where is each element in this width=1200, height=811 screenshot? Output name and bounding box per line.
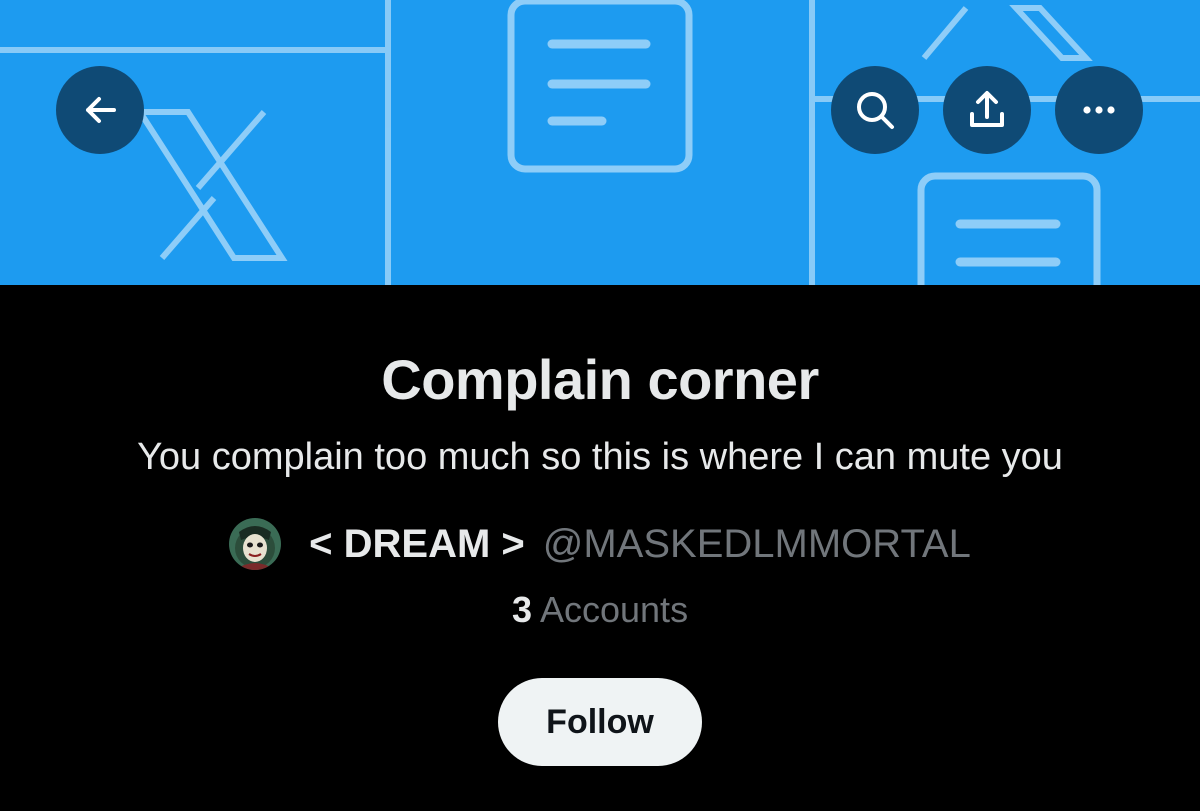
back-button[interactable] [56, 66, 144, 154]
list-banner [0, 0, 1200, 285]
more-horizontal-icon [1083, 106, 1115, 114]
arrow-left-icon [86, 97, 116, 123]
share-icon [970, 91, 1004, 127]
members-label: Accounts [539, 589, 689, 630]
banner-pattern [0, 0, 1200, 285]
avatar-mask-icon [229, 518, 282, 570]
list-title: Complain corner [381, 348, 819, 411]
search-icon [857, 92, 894, 129]
owner-display-name[interactable]: < DREAM > [309, 522, 525, 567]
members-count: 3 [511, 589, 532, 630]
avatar[interactable] [229, 518, 282, 570]
share-button[interactable] [943, 66, 1031, 154]
list-owner[interactable]: < DREAM > @MASKEDLMMORTAL [0, 516, 1200, 572]
follow-button[interactable]: Follow [498, 678, 702, 766]
more-button[interactable] [1055, 66, 1143, 154]
members-count-link[interactable]: 3 Accounts [0, 588, 1200, 632]
list-detail-page: Complain corner You complain too much so… [0, 0, 1200, 811]
search-button[interactable] [831, 66, 919, 154]
list-description: You complain too much so this is where I… [137, 436, 1063, 478]
owner-handle[interactable]: @MASKEDLMMORTAL [543, 522, 971, 567]
